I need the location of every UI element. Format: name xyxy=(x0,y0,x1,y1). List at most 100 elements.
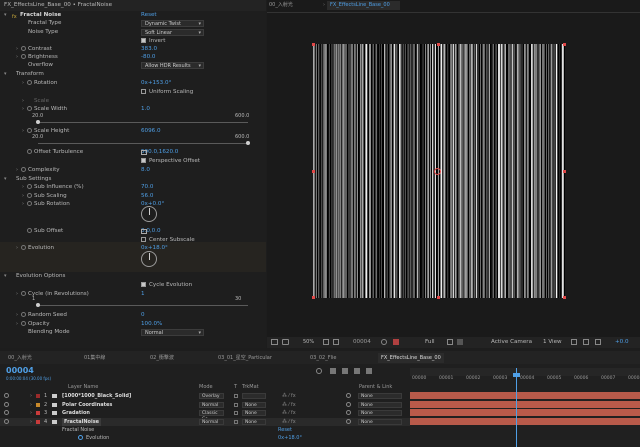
safe-zone-icon[interactable] xyxy=(323,339,329,345)
checkbox[interactable] xyxy=(141,282,146,287)
parent-pickwhip-icon[interactable] xyxy=(346,410,351,415)
twirl-icon[interactable]: › xyxy=(22,200,24,209)
stopwatch-icon[interactable] xyxy=(27,201,32,206)
camera-select[interactable]: Active Camera xyxy=(491,338,532,347)
trkmat-select[interactable]: None xyxy=(242,418,266,425)
slider-knob[interactable] xyxy=(246,141,250,145)
stopwatch-icon[interactable] xyxy=(21,291,26,296)
prop-value[interactable]: 0x+153.0° xyxy=(141,79,171,88)
layer-duration-bar[interactable] xyxy=(410,400,640,408)
sub-prop-value[interactable]: 0x+18.0° xyxy=(278,434,302,442)
col-parent[interactable]: Parent & Link xyxy=(359,383,392,391)
timeline-tab-0[interactable]: 00_入射光 xyxy=(8,353,32,363)
stopwatch-icon[interactable] xyxy=(21,245,26,250)
parent-select[interactable]: None xyxy=(358,401,402,408)
stopwatch-icon[interactable] xyxy=(21,167,26,172)
prop-value[interactable]: 1 xyxy=(141,290,145,299)
label-color-swatch[interactable] xyxy=(36,402,40,407)
prop-row[interactable]: Offset Turbulence 500.0,1620.0 xyxy=(0,148,266,157)
handle-br[interactable] xyxy=(563,296,566,299)
layer-name[interactable]: FractalNoise xyxy=(62,417,102,426)
prop-row[interactable]: Perspective Offset xyxy=(0,157,266,166)
slider-track[interactable] xyxy=(38,305,248,306)
grid-icon[interactable] xyxy=(282,339,289,345)
parent-pickwhip-icon[interactable] xyxy=(346,393,351,398)
checkbox[interactable] xyxy=(141,158,146,163)
layer-name[interactable]: [1000*1000_Black_Solid] xyxy=(62,392,131,400)
motion-blur-icon[interactable] xyxy=(354,368,360,374)
shy-icon[interactable] xyxy=(330,368,336,374)
handle-mr[interactable] xyxy=(563,170,566,173)
twirl-icon[interactable]: › xyxy=(30,401,32,409)
angle-dial[interactable] xyxy=(141,206,157,222)
label-color-swatch[interactable] xyxy=(36,419,40,424)
label-color-swatch[interactable] xyxy=(36,394,40,398)
checkbox[interactable] xyxy=(141,89,146,94)
prop-row[interactable]: ▾ Transform xyxy=(0,70,266,79)
blend-mode-select[interactable]: Overlay xyxy=(199,393,224,399)
twirl-icon[interactable]: › xyxy=(16,244,18,253)
roi-icon[interactable] xyxy=(447,339,453,345)
prop-dropdown[interactable]: Allow HDR Results xyxy=(141,62,204,70)
prop-row[interactable]: › Sub Rotation 0x+0.0° xyxy=(0,200,266,209)
viewer-tab-1[interactable]: FX_EffectsLine_Base_00 xyxy=(327,1,400,10)
stopwatch-icon[interactable] xyxy=(27,128,32,133)
stopwatch-icon[interactable] xyxy=(27,149,32,154)
timeline-tab-5[interactable]: FX_EffectsLine_Base_00 xyxy=(378,353,444,363)
angle-dial[interactable] xyxy=(141,251,157,267)
frame-blend-icon[interactable] xyxy=(342,368,348,374)
timeline-tab-1[interactable]: 01集中線 xyxy=(84,353,105,363)
preserve-transparency-checkbox[interactable] xyxy=(234,419,238,424)
layer-name[interactable]: Polar Coordinates xyxy=(62,401,112,409)
handle-ml[interactable] xyxy=(312,170,315,173)
stopwatch-icon[interactable] xyxy=(21,321,26,326)
prop-row[interactable]: Uniform Scaling xyxy=(0,88,266,97)
flowchart-icon[interactable] xyxy=(583,339,589,345)
prop-value[interactable]: 1.0 xyxy=(141,105,150,114)
layer-name[interactable]: Gradation xyxy=(62,409,90,417)
stopwatch-icon[interactable] xyxy=(21,46,26,51)
parent-pickwhip-icon[interactable] xyxy=(346,418,351,424)
resolution-select[interactable]: Full xyxy=(425,338,435,347)
timeline-tab-3[interactable]: 03_01_星空_Particular xyxy=(218,353,272,363)
twirl-icon[interactable]: ▾ xyxy=(4,70,7,79)
handle-bl[interactable] xyxy=(312,296,315,299)
timeline-tab-4[interactable]: 03_02_Flie xyxy=(310,353,336,363)
twirl-icon[interactable]: › xyxy=(16,166,18,175)
prop-row[interactable]: ▾ Evolution Options xyxy=(0,272,266,281)
graph-editor-icon[interactable] xyxy=(366,368,372,374)
visibility-icon[interactable] xyxy=(4,401,9,407)
prop-row[interactable]: › Random Seed 0 xyxy=(0,311,266,320)
prop-value[interactable]: 0 xyxy=(141,311,145,320)
sub-reset-link[interactable]: Reset xyxy=(278,426,292,434)
panel-tab[interactable]: FX_EffectsLine_Base_00 • FractalNoise xyxy=(0,0,266,11)
stopwatch-icon[interactable] xyxy=(78,435,83,440)
snapshot-icon[interactable] xyxy=(381,339,387,345)
handle-bc[interactable] xyxy=(437,296,440,299)
twirl-icon[interactable]: › xyxy=(16,290,18,299)
view-layout-select[interactable]: 1 View xyxy=(543,338,562,347)
3d-view-icon[interactable] xyxy=(595,339,601,345)
twirl-icon[interactable]: › xyxy=(30,409,32,417)
prop-row[interactable]: Blending Mode Normal xyxy=(0,328,266,337)
layer-row[interactable]: › 2 Polar Coordinates Normal None ⁂ ⁄ fx… xyxy=(0,401,410,409)
twirl-icon[interactable]: › xyxy=(22,127,24,136)
layer-duration-bar[interactable] xyxy=(410,409,640,416)
mask-icon[interactable] xyxy=(333,339,339,345)
time-ruler[interactable]: 00000 00001 00002 00003 00004 00005 00006 00007… xyxy=(410,376,640,384)
prop-row[interactable]: Noise Type Soft Linear xyxy=(0,28,266,37)
checkbox[interactable] xyxy=(141,38,146,43)
handle-tc[interactable] xyxy=(437,43,440,46)
sub-prop-row[interactable]: Evolution 0x+18.0° xyxy=(0,434,410,442)
prop-value[interactable]: 6096.0 xyxy=(141,127,161,136)
timeline-tab-2[interactable]: 02_衝撃波 xyxy=(150,353,174,363)
col-trkmat[interactable]: TrkMat xyxy=(242,383,259,391)
label-color-swatch[interactable] xyxy=(36,411,40,415)
switches-icon[interactable]: ⁂ ⁄ fx xyxy=(282,409,296,417)
search-icon[interactable] xyxy=(316,368,322,374)
col-layer-name[interactable]: Layer Name xyxy=(68,383,98,391)
current-time[interactable]: 00004 xyxy=(6,366,34,375)
stopwatch-icon[interactable] xyxy=(27,228,32,233)
prop-row[interactable]: › Cycle (in Revolutions) 1 xyxy=(0,290,266,299)
preserve-transparency-checkbox[interactable] xyxy=(234,402,238,407)
